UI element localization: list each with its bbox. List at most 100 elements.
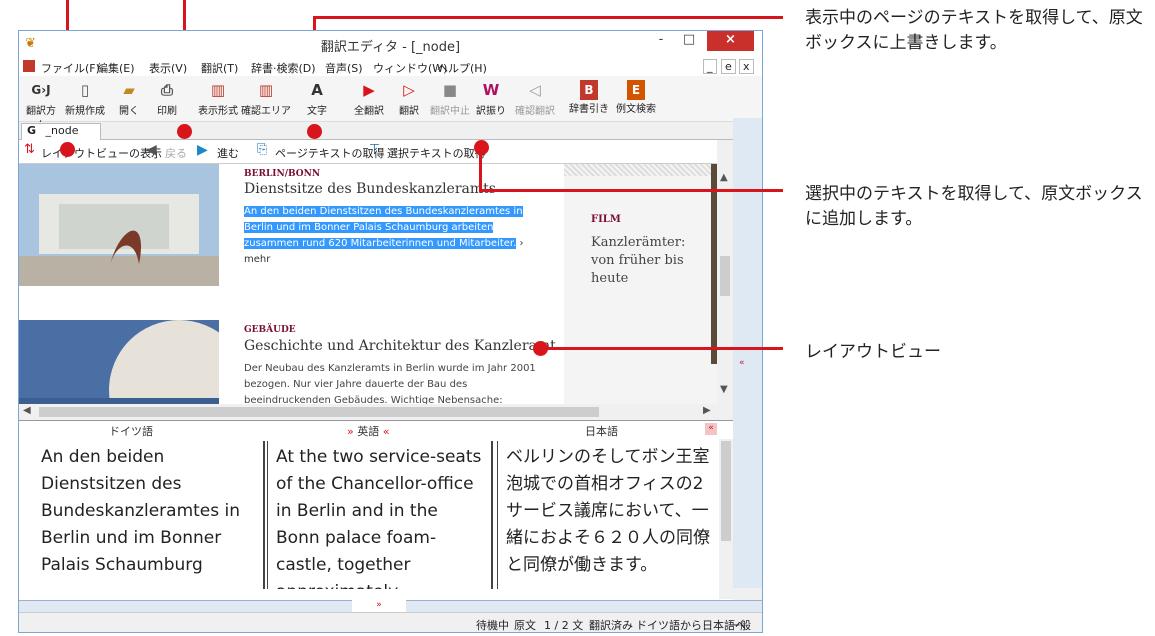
interlinear-icon: W	[482, 81, 500, 99]
pane-vertical-scrollbar[interactable]	[719, 439, 733, 599]
status-source: 原文	[514, 619, 536, 632]
print-button[interactable]: ⎙ 印刷	[149, 78, 185, 117]
confirm-panes-icon: ▥	[258, 81, 274, 99]
selected-text[interactable]: An den beiden Dienstsitzen des Bundeskan…	[244, 206, 523, 249]
direction-icon: G›J	[31, 83, 51, 97]
panes-icon: ▥	[210, 81, 226, 99]
callout-selected-text: 選択中のテキストを取得して、原文ボックスに追加します。	[805, 184, 1143, 229]
example-search-button[interactable]: E 例文検索	[613, 78, 659, 115]
status-bar: 待機中 原文 1 / 2 文 翻訳済み ドイツ語から日本語へ 一般	[19, 612, 762, 632]
callout-line-layout-view	[540, 347, 783, 350]
back-button[interactable]: 戻る	[165, 145, 187, 161]
open-button[interactable]: ▰ 開く	[111, 78, 147, 117]
new-document-icon: ▯	[80, 81, 90, 99]
menu-edit[interactable]: 編集(E)	[97, 60, 135, 76]
printer-icon: ⎙	[160, 81, 173, 99]
layout-navigation-bar: ⇅ レイアウトビューの表示 ◀ 戻る ▶ 進む ⎘ ページテキストの取得 ⊤ 選…	[19, 140, 717, 164]
scroll-right-icon[interactable]: ▶	[703, 405, 711, 416]
japanese-translation-box[interactable]: ベルリンのそしてボン王室泡城での首相オフィスの2サービス議席において、一緒におよ…	[497, 441, 719, 589]
interlinear-button[interactable]: W 訳振り	[473, 78, 509, 117]
new-button[interactable]: ▯ 新規作成	[63, 78, 107, 117]
forward-button[interactable]: 進む	[217, 145, 239, 161]
menu-file[interactable]: ファイル(F)	[41, 60, 100, 76]
more-link[interactable]: mehr	[244, 254, 270, 265]
callout-dot-page-text	[307, 124, 322, 139]
scroll-down-icon[interactable]: ▼	[720, 384, 728, 395]
english-intermediate-box[interactable]: At the two service-seats of the Chancell…	[267, 441, 493, 589]
callout-dot-back-button	[177, 124, 192, 139]
display-format-button[interactable]: ▥ 表示形式	[195, 78, 241, 117]
film-title[interactable]: Kanzlerämter: von früher bis heute	[591, 234, 701, 288]
stop-translation-button[interactable]: ■ 翻訳中止	[429, 78, 471, 117]
get-selected-text-button[interactable]: 選択テキストの取得	[387, 145, 486, 161]
callout-line-page-text-horizontal	[313, 16, 783, 19]
dictionary-lookup-button[interactable]: B 辞書引き	[567, 78, 611, 115]
folder-icon: ▰	[123, 81, 135, 99]
article1-kicker: BERLIN/BONN	[244, 169, 321, 179]
menu-view[interactable]: 表示(V)	[149, 60, 187, 76]
splitter-bar[interactable]: »	[19, 600, 762, 612]
status-sentence: 1 / 2 文	[544, 619, 584, 632]
german-pane-header: ドイツ語	[109, 425, 153, 438]
berlin-chancellery-photo	[19, 164, 219, 286]
mdi-close-button[interactable]: x	[739, 59, 754, 74]
article2-kicker: GEBÄUDE	[244, 325, 296, 335]
document-tab[interactable]: G _node	[21, 123, 101, 140]
translate-all-button[interactable]: ▶ 全翻訳	[349, 78, 389, 117]
translation-panes: ドイツ語 » 英語 « 日本語 « An den beiden Dienstsi…	[19, 420, 733, 600]
dictionary-icon: B	[580, 80, 598, 100]
layout-view-icon: ⇅	[24, 142, 35, 157]
title-bar: ❦ 翻訳エディタ - [_node] - □ ×	[19, 31, 762, 58]
splitter-expand-icon[interactable]: »	[352, 600, 406, 612]
page-text-icon: ⎘	[257, 142, 268, 157]
callout-line-selected-horizontal	[479, 189, 783, 192]
confirm-translation-button[interactable]: ◁ 確認翻訳	[513, 78, 557, 117]
maximize-button[interactable]: □	[675, 31, 703, 51]
pane-scroll-thumb[interactable]	[721, 441, 731, 541]
play-icon: ▶	[363, 81, 375, 99]
film-sidebar: FILM Kanzlerämter: von früher bis heute	[564, 164, 717, 420]
translation-editor-window: ❦ 翻訳エディタ - [_node] - □ × ファイル(F) 編集(E) 表…	[18, 30, 763, 633]
horizontal-scroll-thumb[interactable]	[39, 407, 599, 417]
film-kicker: FILM	[591, 214, 621, 225]
mdi-restore-button[interactable]: e	[721, 59, 736, 74]
menu-dictionary[interactable]: 辞書·検索(D)	[251, 60, 316, 76]
callout-dot-layout-button	[60, 142, 75, 157]
example-search-icon: E	[627, 80, 645, 100]
menu-bar: ファイル(F) 編集(E) 表示(V) 翻訳(T) 辞書·検索(D) 音声(S)…	[19, 58, 762, 76]
expand-panel-icon[interactable]: «	[739, 358, 745, 368]
article2-body: Der Neubau des Kanzleramts in Berlin wur…	[244, 363, 536, 406]
forward-arrow-icon: ▶	[197, 142, 208, 158]
article2-title[interactable]: Geschichte und Architektur des Kanzleram…	[244, 338, 556, 354]
font-button[interactable]: A 文字	[297, 78, 337, 117]
horizontal-scrollbar[interactable]: ◀ ▶	[19, 404, 717, 420]
back-translate-icon: ◁	[529, 81, 541, 99]
status-state: 待機中	[476, 619, 509, 632]
tab-icon: G	[27, 124, 37, 137]
vertical-scroll-thumb[interactable]	[720, 256, 730, 296]
status-translated: 翻訳済み	[589, 619, 633, 632]
german-source-box[interactable]: An den beiden Dienstsitzen des Bundeskan…	[33, 441, 265, 589]
layout-vertical-scrollbar[interactable]: ▲ ▼	[717, 164, 733, 420]
article1-body: An den beiden Dienstsitzen des Bundeskan…	[244, 206, 524, 265]
minimize-button[interactable]: -	[647, 31, 675, 51]
back-arrow-icon: ◀	[146, 142, 157, 158]
status-field: 一般	[729, 619, 751, 632]
document-tab-row: G _node	[19, 122, 762, 140]
callout-line-selected-vertical	[479, 146, 482, 191]
scroll-left-icon[interactable]: ◀	[23, 405, 31, 416]
translate-button[interactable]: ▷ 翻訳	[391, 78, 427, 117]
callout-page-text: 表示中のページのテキストを取得して、原文ボックスに上書きします。	[805, 8, 1143, 53]
menu-voice[interactable]: 音声(S)	[325, 60, 363, 76]
close-button[interactable]: ×	[707, 31, 754, 51]
callout-layout-view: レイアウトビュー	[805, 342, 941, 362]
article1-title[interactable]: Dienstsitze des Bundeskanzleramts	[244, 181, 496, 197]
confirm-area-button[interactable]: ▥ 確認エリア	[241, 78, 291, 117]
selection-text-icon: ⊤	[369, 142, 381, 157]
menu-translate[interactable]: 翻訳(T)	[201, 60, 238, 76]
mdi-minimize-button[interactable]: _	[703, 59, 717, 74]
scroll-up-icon[interactable]: ▲	[720, 172, 728, 183]
menu-help[interactable]: ヘルプ(H)	[437, 60, 487, 76]
japanese-pane-header: 日本語	[585, 425, 618, 438]
pane-collapse-icon[interactable]: «	[705, 423, 717, 435]
